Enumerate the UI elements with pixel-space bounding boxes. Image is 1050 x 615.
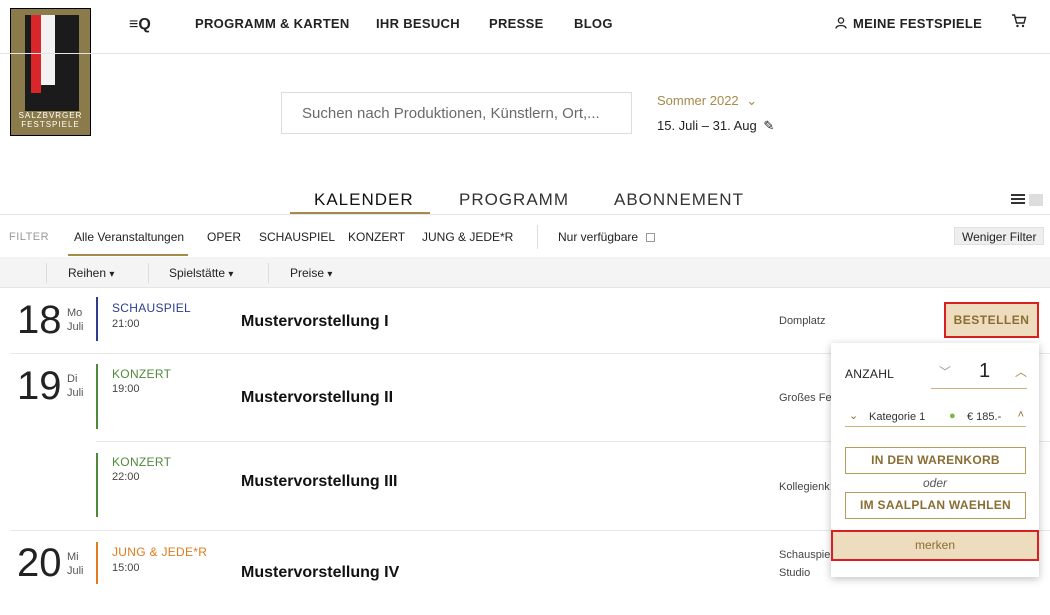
date-range-label: 15. Juli – 31. Aug [657, 118, 757, 133]
season-label: Sommer 2022 [657, 93, 739, 108]
filter-label: FILTER [9, 231, 50, 243]
festival-logo[interactable]: SALZBVRGER FESTSPIELE [10, 8, 91, 136]
event-category: JUNG & JEDE*R [112, 545, 208, 559]
less-filter-button[interactable]: Weniger Filter [954, 227, 1045, 245]
view-toggle[interactable] [1011, 194, 1043, 206]
event-title[interactable]: Mustervorstellung IV [241, 564, 399, 582]
account-label: MEINE FESTSPIELE [853, 16, 983, 31]
subfilter-spielstaette[interactable]: Spielstätte ▾ [169, 266, 233, 280]
event-category: KONZERT [112, 367, 172, 381]
logo-red-band [31, 15, 41, 93]
date-range[interactable]: 15. Juli – 31. Aug ✎ [657, 118, 774, 134]
event-time: 21:00 [112, 318, 140, 330]
quantity-value: 1 [979, 360, 991, 382]
available-only-label[interactable]: Nur verfügbare [558, 230, 638, 244]
chevron-down-icon: ⌄ [746, 93, 758, 108]
increase-icon[interactable]: ︿ [1015, 363, 1027, 380]
add-to-cart-button[interactable]: IN DEN WARENKORB [845, 447, 1026, 474]
available-only-checkbox[interactable] [646, 233, 655, 242]
decrease-icon[interactable]: ﹀ [939, 363, 951, 380]
chevron-down-icon: ⌄ [849, 410, 859, 422]
subfilter-reihen-label: Reihen [68, 266, 107, 280]
subfilter-bar: Reihen ▾ Spielstätte ▾ Preise ▾ [0, 257, 1050, 288]
category-label: Kategorie 1 [869, 411, 926, 423]
chevron-down-icon: ▾ [327, 269, 333, 280]
event-category: KONZERT [112, 455, 172, 469]
subfilter-reihen[interactable]: Reihen ▾ [68, 266, 114, 280]
subfilter-divider [268, 263, 269, 283]
quantity-label: ANZAHL [845, 367, 895, 381]
event-title[interactable]: Mustervorstellung I [241, 313, 389, 331]
chevron-up-icon: ˄ [1017, 409, 1024, 421]
event-time: 15:00 [112, 562, 140, 574]
grid-view-icon[interactable] [1029, 194, 1043, 206]
category-bar [96, 364, 98, 429]
logo-text: SALZBVRGER FESTSPIELE [18, 111, 83, 129]
category-bar [96, 297, 98, 341]
chevron-down-icon: ▾ [228, 269, 234, 280]
list-view-icon[interactable] [1011, 194, 1025, 206]
event-day: 20 [17, 541, 62, 585]
remember-button[interactable]: merken [831, 530, 1039, 561]
subfilter-spielstaette-label: Spielstätte [169, 266, 226, 280]
active-filter-indicator [68, 254, 188, 256]
event-title[interactable]: Mustervorstellung III [241, 473, 397, 491]
nav-ihr-besuch[interactable]: IHR BESUCH [376, 16, 460, 31]
filter-oper[interactable]: OPER [207, 230, 241, 244]
filter-jung[interactable]: JUNG & JEDE*R [422, 230, 513, 244]
event-day: 19 [17, 364, 62, 408]
account-link[interactable]: MEINE FESTSPIELE [835, 16, 982, 31]
event-venue: Schauspie Studio [779, 549, 831, 579]
event-category: SCHAUSPIEL [112, 301, 192, 315]
menu-search-icon[interactable]: ≡Q [129, 16, 151, 34]
tab-programm[interactable]: PROGRAMM [459, 190, 569, 210]
subfilter-divider [148, 263, 149, 283]
tabs-divider [0, 214, 1050, 215]
nav-programm-karten[interactable]: PROGRAMM & KARTEN [195, 16, 350, 31]
filter-schauspiel[interactable]: SCHAUSPIEL [259, 230, 335, 244]
event-day: 18 [17, 298, 62, 342]
event-weekday: Mo Juli [67, 307, 84, 333]
filter-divider [537, 225, 538, 249]
or-label: oder [922, 476, 948, 490]
seatplan-button[interactable]: IM SAALPLAN WAEHLEN [845, 492, 1026, 519]
nav-blog[interactable]: BLOG [574, 16, 613, 31]
event-venue: Domplatz [779, 315, 826, 327]
cart-icon[interactable] [1011, 14, 1027, 33]
event-weekday: Di Juli [67, 373, 84, 399]
order-button[interactable]: BESTELLEN [944, 302, 1039, 338]
tab-kalender[interactable]: KALENDER [314, 190, 414, 210]
subfilter-preise[interactable]: Preise ▾ [290, 266, 332, 280]
availability-dot-icon: ● [949, 410, 956, 422]
logo-white-band [41, 15, 55, 85]
category-bar [96, 453, 98, 517]
event-time: 19:00 [112, 383, 140, 395]
chevron-down-icon: ▾ [109, 269, 115, 280]
season-select[interactable]: Sommer 2022 ⌄ [657, 93, 757, 109]
event-venue: Großes Fe [779, 392, 832, 404]
filter-konzert[interactable]: KONZERT [348, 230, 405, 244]
category-bar [96, 542, 98, 584]
pencil-icon: ✎ [763, 118, 775, 133]
order-popup: ANZAHL ﹀ 1 ︿ ⌄ Kategorie 1 ● € 185.- ˄ I… [831, 343, 1039, 577]
subfilter-divider [46, 263, 47, 283]
event-title[interactable]: Mustervorstellung II [241, 389, 393, 407]
event-venue: Kollegienk [779, 481, 830, 493]
price-label: € 185.- [967, 411, 1002, 423]
subfilter-preise-label: Preise [290, 266, 325, 280]
search-input[interactable] [281, 92, 632, 134]
header-divider [0, 53, 1050, 54]
filter-alle[interactable]: Alle Veranstaltungen [74, 230, 184, 244]
quantity-stepper[interactable]: ﹀ 1 ︿ [931, 357, 1027, 389]
event-weekday: Mi Juli [67, 551, 84, 577]
tab-abonnement[interactable]: ABONNEMENT [614, 190, 744, 210]
user-icon [835, 17, 847, 29]
event-time: 22:00 [112, 471, 140, 483]
category-select[interactable]: ⌄ Kategorie 1 ● € 185.- ˄ [845, 407, 1026, 427]
nav-presse[interactable]: PRESSE [489, 16, 544, 31]
